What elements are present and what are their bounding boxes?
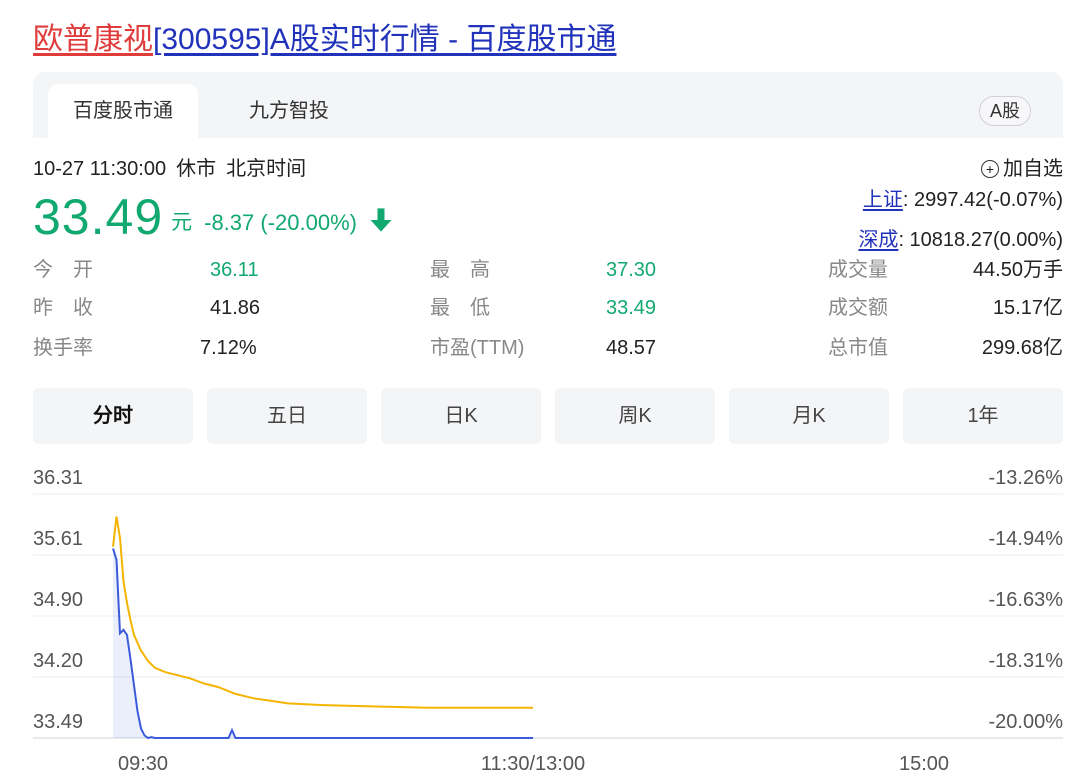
quote-datetime: 10-27 11:30:00 bbox=[33, 158, 167, 180]
price-area bbox=[113, 548, 533, 738]
page-title[interactable]: 欧普康视[300595]A股实时行情 - 百度股市通 bbox=[33, 18, 616, 62]
y-tick-label: 33.49 bbox=[33, 711, 83, 733]
index-shenzhen-value: : 10818.27(0.00%) bbox=[898, 229, 1063, 251]
period-tab-monthly-k[interactable]: 月K bbox=[729, 388, 889, 444]
index-shanghai-value: : 2997.42(-0.07%) bbox=[902, 189, 1063, 211]
x-tick-label: 11:30/13:00 bbox=[481, 753, 585, 775]
pct-tick-label: -13.26% bbox=[989, 467, 1064, 489]
y-tick-label: 35.61 bbox=[33, 528, 83, 550]
stat-label-prev-close: 昨 收 bbox=[33, 297, 93, 319]
company-name-link[interactable]: 欧普康视 bbox=[33, 23, 153, 56]
price-block: 33.49 元 -8.37 (-20.00%) bbox=[33, 186, 395, 246]
source-tab-bar: 百度股市通 九方智投 A股 bbox=[33, 72, 1063, 138]
avg-price-line bbox=[112, 516, 533, 709]
stat-value-prev-close: 41.86 bbox=[210, 297, 261, 319]
add-watchlist-button[interactable]: + 加自选 bbox=[981, 152, 1063, 186]
stat-label-turnover: 成交额 bbox=[828, 297, 888, 319]
stat-value-market-cap: 299.68亿 bbox=[981, 337, 1063, 359]
period-tab-daily-k[interactable]: 日K bbox=[381, 388, 541, 444]
y-tick-label: 34.20 bbox=[33, 650, 83, 672]
period-tab-weekly-k[interactable]: 周K bbox=[555, 388, 715, 444]
intraday-chart-svg: 36.31 -13.26% 35.61 -14.94% 34.90 -16.63% 34.2… bbox=[33, 467, 1064, 775]
stat-value-turnover-rate: 7.12% bbox=[200, 337, 257, 359]
period-tab-intraday[interactable]: 分时 bbox=[33, 388, 193, 444]
arrow-down-icon bbox=[370, 208, 392, 232]
pct-tick-label: -16.63% bbox=[989, 589, 1064, 611]
plus-circle-icon: + bbox=[981, 160, 999, 178]
tab-jiufang-zhitou[interactable]: 九方智投 bbox=[219, 84, 359, 138]
stat-value-turnover: 15.17亿 bbox=[992, 297, 1063, 319]
market-badge[interactable]: A股 bbox=[978, 96, 1031, 126]
stat-value-open: 36.11 bbox=[210, 259, 259, 281]
stat-label-volume: 成交量 bbox=[828, 259, 888, 281]
current-price: 33.49 bbox=[33, 189, 164, 245]
tab-baidu-gushitong[interactable]: 百度股市通 bbox=[48, 84, 198, 138]
stat-value-pe: 48.57 bbox=[606, 337, 657, 359]
period-tab-1year[interactable]: 1年 bbox=[903, 388, 1063, 444]
intraday-chart[interactable]: 36.31 -13.26% 35.61 -14.94% 34.90 -16.63% 34.2… bbox=[0, 450, 1080, 782]
pct-tick-label: -18.31% bbox=[989, 650, 1064, 672]
add-watchlist-label: 加自选 bbox=[1003, 158, 1063, 180]
stat-value-high: 37.30 bbox=[606, 259, 657, 281]
x-tick-label: 15:00 bbox=[899, 753, 949, 775]
stat-value-low: 33.49 bbox=[606, 297, 657, 319]
stat-label-high: 最 高 bbox=[430, 259, 490, 281]
title-detail-link[interactable]: [300595]A股实时行情 - 百度股市通 bbox=[153, 23, 616, 56]
y-tick-label: 36.31 bbox=[33, 467, 83, 489]
pct-tick-label: -14.94% bbox=[989, 528, 1064, 550]
market-state: 休市 bbox=[176, 158, 217, 180]
stat-label-low: 最 低 bbox=[430, 297, 490, 319]
index-shanghai: 上证: 2997.42(-0.07%) bbox=[863, 186, 1063, 214]
index-shenzhen-link[interactable]: 深成 bbox=[858, 229, 898, 251]
index-shanghai-link[interactable]: 上证 bbox=[863, 189, 903, 211]
period-tab-5day[interactable]: 五日 bbox=[207, 388, 367, 444]
price-change: -8.37 (-20.00%) bbox=[204, 210, 357, 235]
index-shenzhen: 深成: 10818.27(0.00%) bbox=[858, 226, 1063, 254]
y-tick-label: 34.90 bbox=[33, 589, 83, 611]
price-line bbox=[112, 548, 533, 740]
stat-label-pe: 市盈(TTM) bbox=[430, 337, 525, 359]
price-unit: 元 bbox=[171, 211, 193, 234]
stat-label-turnover-rate: 换手率 bbox=[33, 337, 93, 359]
x-tick-label: 09:30 bbox=[118, 753, 168, 775]
pct-tick-label: -20.00% bbox=[989, 711, 1064, 733]
stat-value-volume: 44.50万手 bbox=[972, 259, 1063, 281]
stat-label-market-cap: 总市值 bbox=[828, 337, 888, 359]
timezone: 北京时间 bbox=[226, 158, 307, 180]
market-status: 10-27 11:30:00 休市 北京时间 bbox=[33, 152, 316, 186]
stat-label-open: 今 开 bbox=[33, 259, 93, 281]
